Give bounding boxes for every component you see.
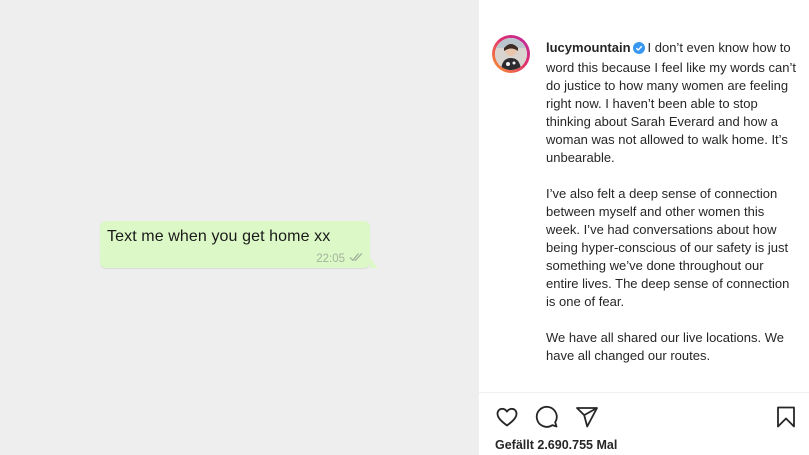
chat-bubble: Text me when you get home xx 22:05: [100, 221, 378, 268]
comment-icon[interactable]: [535, 405, 559, 429]
caption-paragraph-2: I’ve also felt a deep sense of connectio…: [546, 186, 790, 309]
actions-divider: [479, 392, 809, 393]
caption-scroll-area[interactable]: lucymountain I don’t even know how to wor…: [479, 0, 809, 392]
share-icon[interactable]: [575, 405, 599, 429]
username[interactable]: lucymountain: [546, 40, 631, 55]
bookmark-icon[interactable]: [774, 405, 798, 429]
chat-message-time: 22:05: [316, 252, 345, 265]
chat-message-text: Text me when you get home xx: [107, 228, 331, 245]
post-caption: lucymountain I don’t even know how to wor…: [546, 39, 796, 383]
double-check-icon: [349, 252, 364, 265]
post-sidebar: lucymountain I don’t even know how to wor…: [479, 0, 809, 455]
likes-count[interactable]: Gefällt 2.690.755 Mal: [495, 438, 617, 452]
avatar[interactable]: [492, 35, 530, 73]
avatar-image: [495, 38, 527, 70]
verified-badge-icon: [632, 41, 645, 59]
chat-message-meta: 22:05: [316, 252, 364, 265]
caption-paragraph-3: We have all shared our live locations. W…: [546, 330, 784, 363]
post-media: Text me when you get home xx 22:05: [0, 0, 478, 455]
heart-icon[interactable]: [495, 405, 519, 429]
caption-paragraph-1: I don’t even know how to word this becau…: [546, 40, 796, 165]
chat-bubble-tail: [370, 258, 378, 268]
